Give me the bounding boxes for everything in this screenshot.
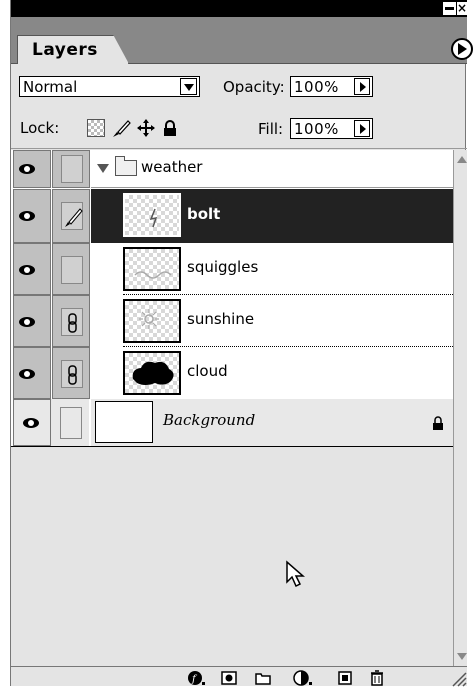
layer-row-bolt[interactable]: bolt [11, 189, 453, 243]
tab-layers[interactable]: Layers [17, 35, 129, 64]
visibility-toggle[interactable] [13, 399, 51, 446]
opacity-field[interactable]: 100% [290, 76, 373, 97]
layer-thumbnail [123, 247, 181, 291]
lock-transparency-icon[interactable] [87, 119, 105, 137]
link-cell[interactable] [52, 295, 90, 347]
layer-thumbnail [123, 351, 181, 395]
opacity-label: Opacity: [223, 78, 285, 96]
visibility-toggle[interactable] [13, 243, 51, 295]
scroll-up-arrow-icon[interactable] [457, 156, 467, 163]
fill-value: 100% [294, 120, 339, 138]
eye-icon[interactable] [19, 369, 35, 379]
panel-title-bar: × [11, 0, 467, 17]
layer-thumbnail [95, 401, 153, 443]
layer-name: cloud [187, 362, 228, 380]
layer-group-cell[interactable]: weather [91, 150, 453, 188]
layer-name: weather [141, 158, 203, 176]
disclosure-triangle-icon[interactable] [97, 164, 109, 173]
link-cell[interactable] [52, 347, 90, 399]
eye-icon[interactable] [19, 317, 35, 327]
lock-all-padlock-icon[interactable] [161, 119, 179, 137]
padlock-icon [431, 415, 445, 435]
layer-cell-selected[interactable]: bolt [91, 189, 453, 243]
chain-link-icon [68, 313, 77, 333]
eye-icon[interactable] [19, 265, 35, 275]
visibility-toggle[interactable] [13, 295, 51, 347]
layer-row-squiggles[interactable]: squiggles [11, 243, 453, 295]
mouse-pointer-icon [285, 560, 307, 594]
link-box[interactable] [61, 155, 83, 183]
blend-mode-select[interactable]: Normal [19, 76, 200, 97]
minimize-button[interactable] [443, 2, 456, 15]
scrollbar[interactable] [453, 150, 467, 666]
layer-group-row-weather[interactable]: weather [11, 150, 453, 188]
layer-list-empty-area[interactable] [11, 446, 453, 666]
eye-icon[interactable] [19, 211, 35, 221]
layer-name: bolt [187, 205, 221, 223]
resize-grip-icon[interactable] [451, 669, 467, 691]
folder-icon [115, 156, 137, 176]
paintbrush-icon [65, 208, 83, 227]
layer-list: weather bolt squiggles sunshine cloud Ba… [11, 150, 467, 446]
layer-name: sunshine [187, 310, 255, 328]
eye-icon[interactable] [23, 418, 39, 428]
visibility-toggle[interactable] [13, 189, 51, 243]
link-box[interactable] [61, 202, 83, 230]
lock-position-move-icon[interactable] [137, 119, 155, 137]
chevron-down-icon[interactable] [180, 78, 197, 95]
layer-cell[interactable]: Background [91, 399, 453, 446]
layer-row-sunshine[interactable]: sunshine [11, 295, 453, 347]
blend-mode-value: Normal [23, 78, 78, 96]
add-layer-style-button[interactable]: f [187, 670, 205, 685]
visibility-toggle[interactable] [13, 150, 51, 188]
lock-row: Lock: Fill: 100% [11, 107, 467, 149]
link-box[interactable] [61, 308, 83, 336]
add-layer-mask-button[interactable] [221, 670, 237, 685]
blend-row: Normal Opacity: 100% [11, 65, 467, 107]
new-layer-button[interactable] [337, 670, 352, 685]
scroll-down-arrow-icon[interactable] [457, 653, 467, 660]
panel-tab-strip: Layers [11, 17, 473, 64]
layer-row-background[interactable]: Background [11, 399, 453, 446]
lock-paint-brush-icon[interactable] [111, 119, 131, 137]
chain-link-icon [68, 365, 77, 385]
eye-icon[interactable] [19, 164, 35, 174]
layer-cell[interactable]: squiggles [91, 243, 453, 295]
panel-menu-arrow-icon[interactable] [451, 38, 473, 60]
link-cell[interactable] [52, 243, 90, 295]
opacity-value: 100% [294, 78, 339, 96]
fill-field[interactable]: 100% [290, 118, 373, 139]
tab-layers-label: Layers [32, 40, 98, 60]
trash-icon[interactable] [369, 670, 383, 686]
opacity-slider-arrow-icon[interactable] [354, 78, 370, 95]
layer-name: Background [163, 411, 256, 429]
link-box[interactable] [60, 407, 82, 439]
new-adjustment-layer-button[interactable] [293, 670, 312, 686]
layer-cell[interactable]: cloud [91, 347, 453, 399]
fill-label: Fill: [258, 120, 284, 138]
link-cell[interactable] [52, 189, 90, 243]
panel-bottom-toolbar: f [11, 666, 467, 687]
background-visibility-cells [13, 399, 89, 446]
close-button[interactable]: × [457, 2, 467, 15]
layer-cell[interactable]: sunshine [91, 295, 453, 347]
fill-slider-arrow-icon[interactable] [354, 120, 370, 137]
link-cell[interactable] [52, 150, 90, 188]
visibility-toggle[interactable] [13, 347, 51, 399]
layers-panel: × Layers Normal Opacity: 100% Lock: Fill… [10, 0, 473, 687]
link-box[interactable] [61, 256, 83, 284]
lock-label: Lock: [20, 119, 60, 137]
new-group-folder-button[interactable] [255, 670, 271, 685]
layer-name: squiggles [187, 258, 259, 276]
layer-thumbnail [123, 299, 181, 343]
link-box[interactable] [61, 360, 83, 388]
layer-row-cloud[interactable]: cloud [11, 347, 453, 399]
layer-thumbnail [123, 193, 181, 237]
